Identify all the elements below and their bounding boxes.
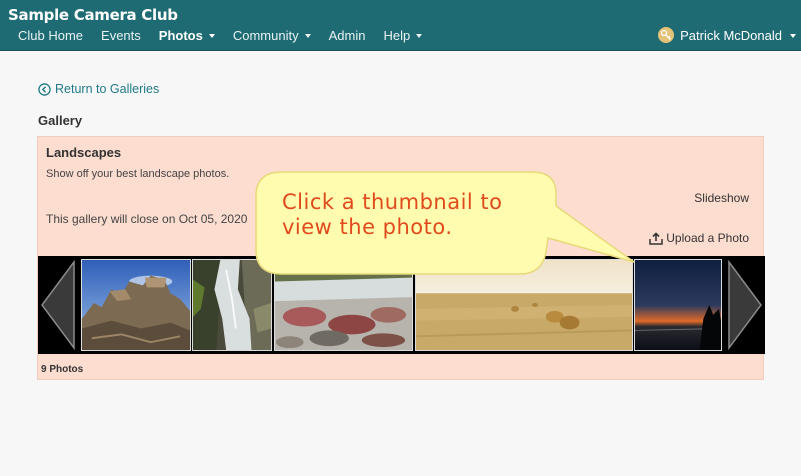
return-to-galleries-link[interactable]: Return to Galleries [38,82,159,96]
user-menu[interactable]: Patrick McDonald [658,27,796,43]
gallery-panel: Landscapes Show off your best landscape … [37,136,765,380]
nav-admin-label: Admin [328,28,366,43]
top-header: Sample Camera Club Club Home Events Phot… [0,0,801,51]
chevron-down-icon [208,34,215,38]
thumbnail-carousel [38,256,765,354]
badlands-photo [82,260,190,350]
nav-admin[interactable]: Admin [329,28,366,43]
upload-label: Upload a Photo [666,231,749,245]
user-name: Patrick McDonald [680,27,782,43]
carousel-prev-button[interactable] [38,256,80,354]
triangle-left-icon [41,259,75,351]
nav-help[interactable]: Help [383,28,423,43]
nav-community[interactable]: Community [233,28,311,43]
waterfall-photo [193,260,271,350]
nav-club-home-label: Club Home [18,28,84,43]
nav-events[interactable]: Events [101,28,141,43]
gallery-name: Landscapes [46,145,122,160]
photo-thumbnail-waterfall[interactable] [192,259,272,351]
carousel-next-button[interactable] [723,256,765,354]
upload-photo-link[interactable]: Upload a Photo [649,231,749,245]
chevron-down-icon [416,34,423,38]
key-icon [660,29,672,40]
avatar [658,27,675,43]
nav-events-label: Events [101,28,141,43]
photo-thumbnail-badlands[interactable] [81,259,191,351]
circle-chevron-left-icon [38,82,51,96]
photo-thumbnail-hay-bales[interactable] [415,259,633,351]
photo-count: 9 Photos [41,364,84,375]
back-link-label: Return to Galleries [55,82,160,96]
main-nav: Club Home Events Photos Community Admin … [18,28,440,43]
nav-club-home[interactable]: Club Home [18,28,83,43]
slideshow-link[interactable]: Slideshow [694,191,749,205]
upload-icon [649,231,664,245]
chevron-down-icon [304,34,311,38]
triangle-right-icon [728,259,762,351]
nav-photos-label: Photos [158,28,203,43]
nav-help-label: Help [383,28,411,43]
hay-bales-photo [416,260,632,350]
photo-thumbnail-sunset[interactable] [634,259,722,351]
sunset-photo [635,260,721,350]
river-rocks-photo [275,260,412,350]
nav-photos[interactable]: Photos [159,28,215,43]
page-title: Gallery [38,113,83,128]
photo-thumbnail-river-rocks[interactable] [274,259,413,351]
chevron-down-icon [790,33,796,38]
tooltip-callout-text: Click a thumbnail to view the photo. [282,190,503,239]
gallery-description: Show off your best landscape photos. [46,168,230,180]
nav-community-label: Community [232,28,299,43]
site-title[interactable]: Sample Camera Club [8,6,178,24]
gallery-close-notice: This gallery will close on Oct 05, 2020 [46,212,248,226]
